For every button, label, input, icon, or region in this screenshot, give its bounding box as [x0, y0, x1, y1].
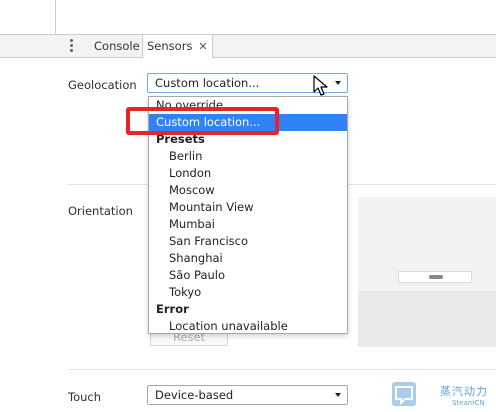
orientation-preview[interactable] — [358, 197, 496, 347]
touch-select-value: Device-based — [155, 388, 234, 402]
device-model — [398, 271, 472, 283]
option-mumbai[interactable]: Mumbai — [149, 216, 347, 233]
drawer-tabbar: Console Sensors ✕ — [0, 34, 496, 58]
tab-console[interactable]: Console — [94, 35, 140, 57]
touch-select[interactable]: Device-based — [147, 385, 348, 405]
watermark-subtitle: SteamCN — [452, 399, 485, 407]
group-error: Error — [156, 302, 189, 316]
section-divider — [68, 369, 496, 370]
option-berlin[interactable]: Berlin — [149, 148, 347, 165]
geolocation-label: Geolocation — [68, 78, 137, 92]
watermark-title: 蒸汽动力 — [440, 385, 488, 398]
option-sao-paulo[interactable]: São Paulo — [149, 267, 347, 284]
steam-logo-icon — [392, 382, 416, 406]
panel-divider — [55, 0, 56, 34]
orientation-label: Orientation — [68, 204, 133, 218]
touch-label: Touch — [68, 390, 102, 404]
option-london[interactable]: London — [149, 165, 347, 182]
mouse-cursor-icon — [313, 75, 328, 96]
annotation-highlight — [126, 107, 279, 135]
close-icon[interactable]: ✕ — [198, 40, 207, 53]
top-panel — [0, 0, 496, 34]
option-san-francisco[interactable]: San Francisco — [149, 233, 347, 250]
tab-sensors[interactable]: Sensors ✕ — [142, 35, 213, 58]
option-moscow[interactable]: Moscow — [149, 182, 347, 199]
option-tokyo[interactable]: Tokyo — [149, 284, 347, 301]
option-mountain-view[interactable]: Mountain View — [149, 199, 347, 216]
chevron-down-icon — [335, 81, 341, 85]
tab-sensors-label: Sensors — [147, 39, 193, 53]
watermark: 蒸汽动力 SteamCN — [390, 380, 496, 412]
option-shanghai[interactable]: Shanghai — [149, 250, 347, 267]
option-location-unavailable[interactable]: Location unavailable — [149, 318, 347, 335]
more-options-icon[interactable] — [66, 39, 76, 53]
geolocation-select-value: Custom location... — [155, 76, 260, 90]
chevron-down-icon — [335, 393, 341, 397]
